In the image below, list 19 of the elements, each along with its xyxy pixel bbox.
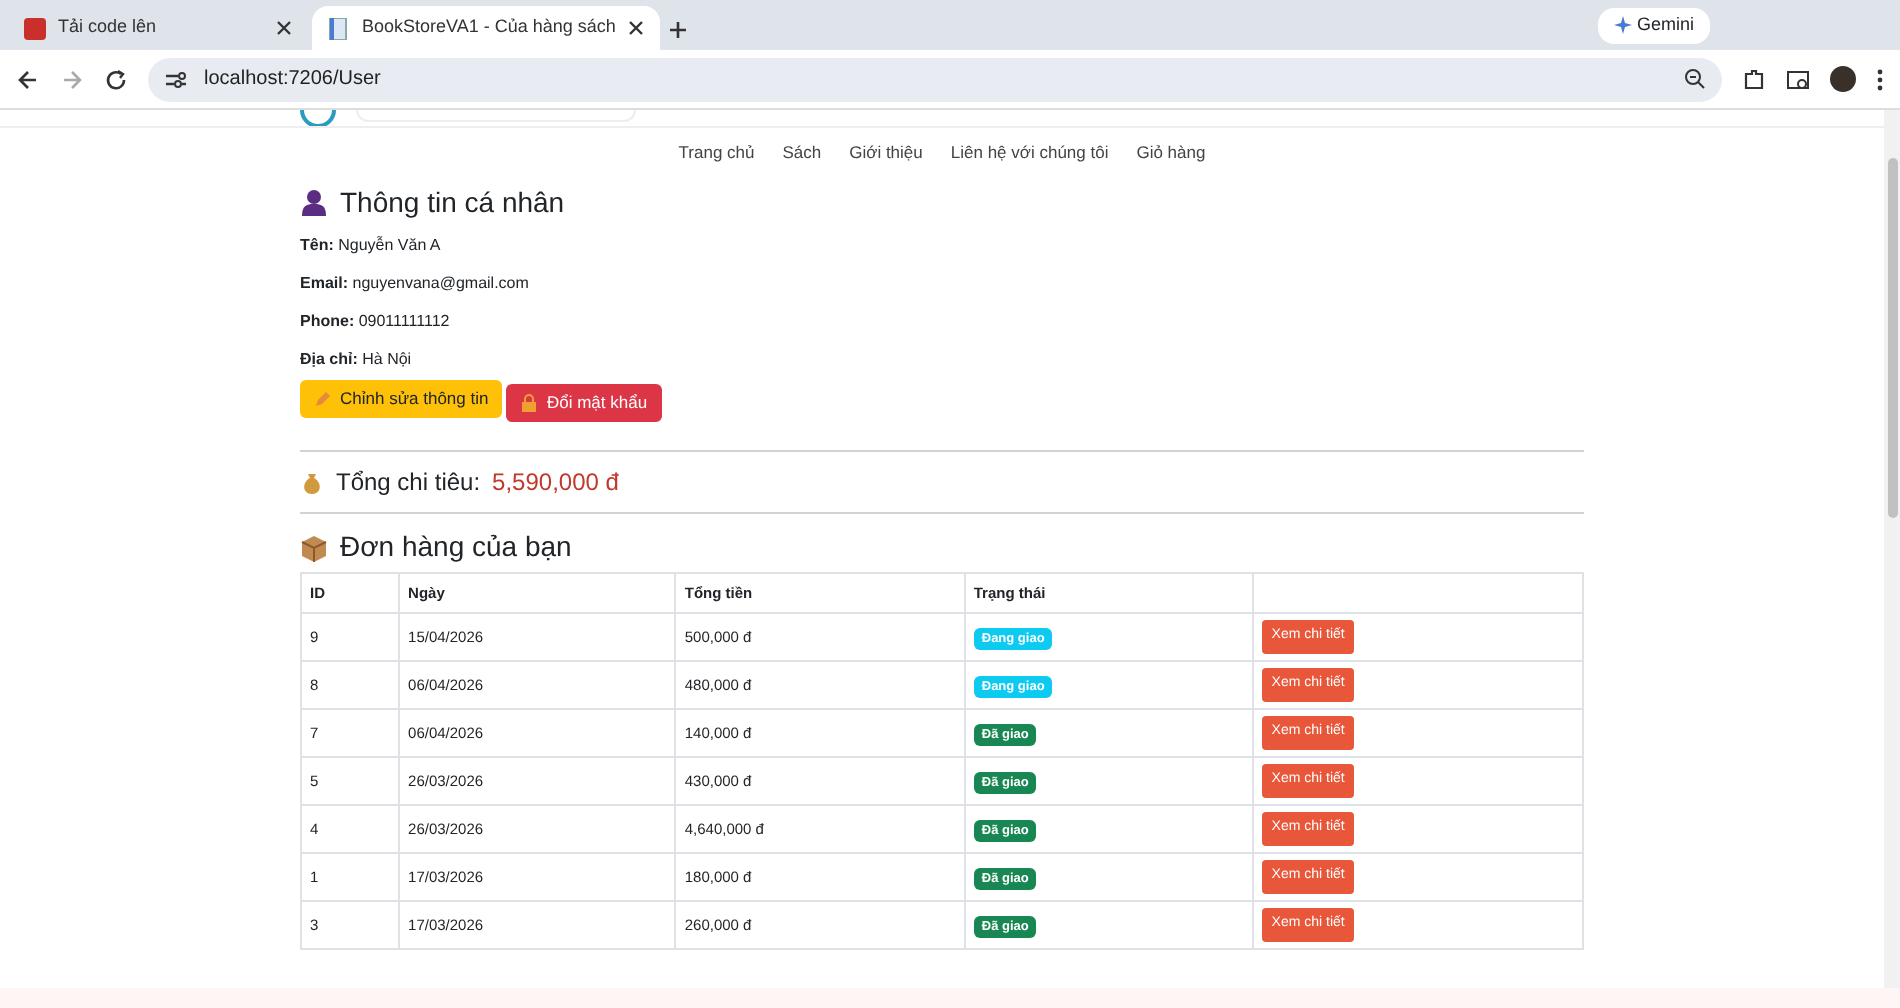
section-title: Đơn hàng của bạn: [340, 530, 572, 564]
browser-tab[interactable]: BookStoreVA1 - Của hàng sách: [312, 6, 660, 50]
profile-field: Email: nguyenvana@gmail.com: [300, 271, 1584, 296]
profile-field: Tên: Nguyễn Văn A: [300, 233, 1584, 258]
profile-field: Địa chỉ: Hà Nội: [300, 347, 1584, 372]
address-bar[interactable]: localhost:7206/User: [148, 57, 1722, 101]
nav-link[interactable]: Liên hệ với chúng tôi: [950, 140, 1109, 166]
nav-link[interactable]: Trang chủ: [678, 140, 755, 166]
nav-link[interactable]: Sách: [782, 140, 822, 166]
change-password-button[interactable]: Đổi mật khẩu: [506, 384, 662, 422]
section-title: Thông tin cá nhân: [340, 185, 565, 220]
edit-button[interactable]: Chỉnh sửa thông tin: [300, 380, 503, 418]
total-value: 5,590,000 đ: [492, 467, 619, 497]
browser-tab[interactable]: Tải code lên: [8, 6, 308, 50]
nav-link[interactable]: Giỏ hàng: [1136, 140, 1206, 166]
nav-link[interactable]: Giới thiệu: [849, 140, 923, 166]
total-label: Tổng chi tiêu:: [336, 467, 481, 497]
profile-field: Phone: 09011111112: [300, 309, 1584, 334]
gemini-button[interactable]: Gemini: [1598, 8, 1710, 43]
